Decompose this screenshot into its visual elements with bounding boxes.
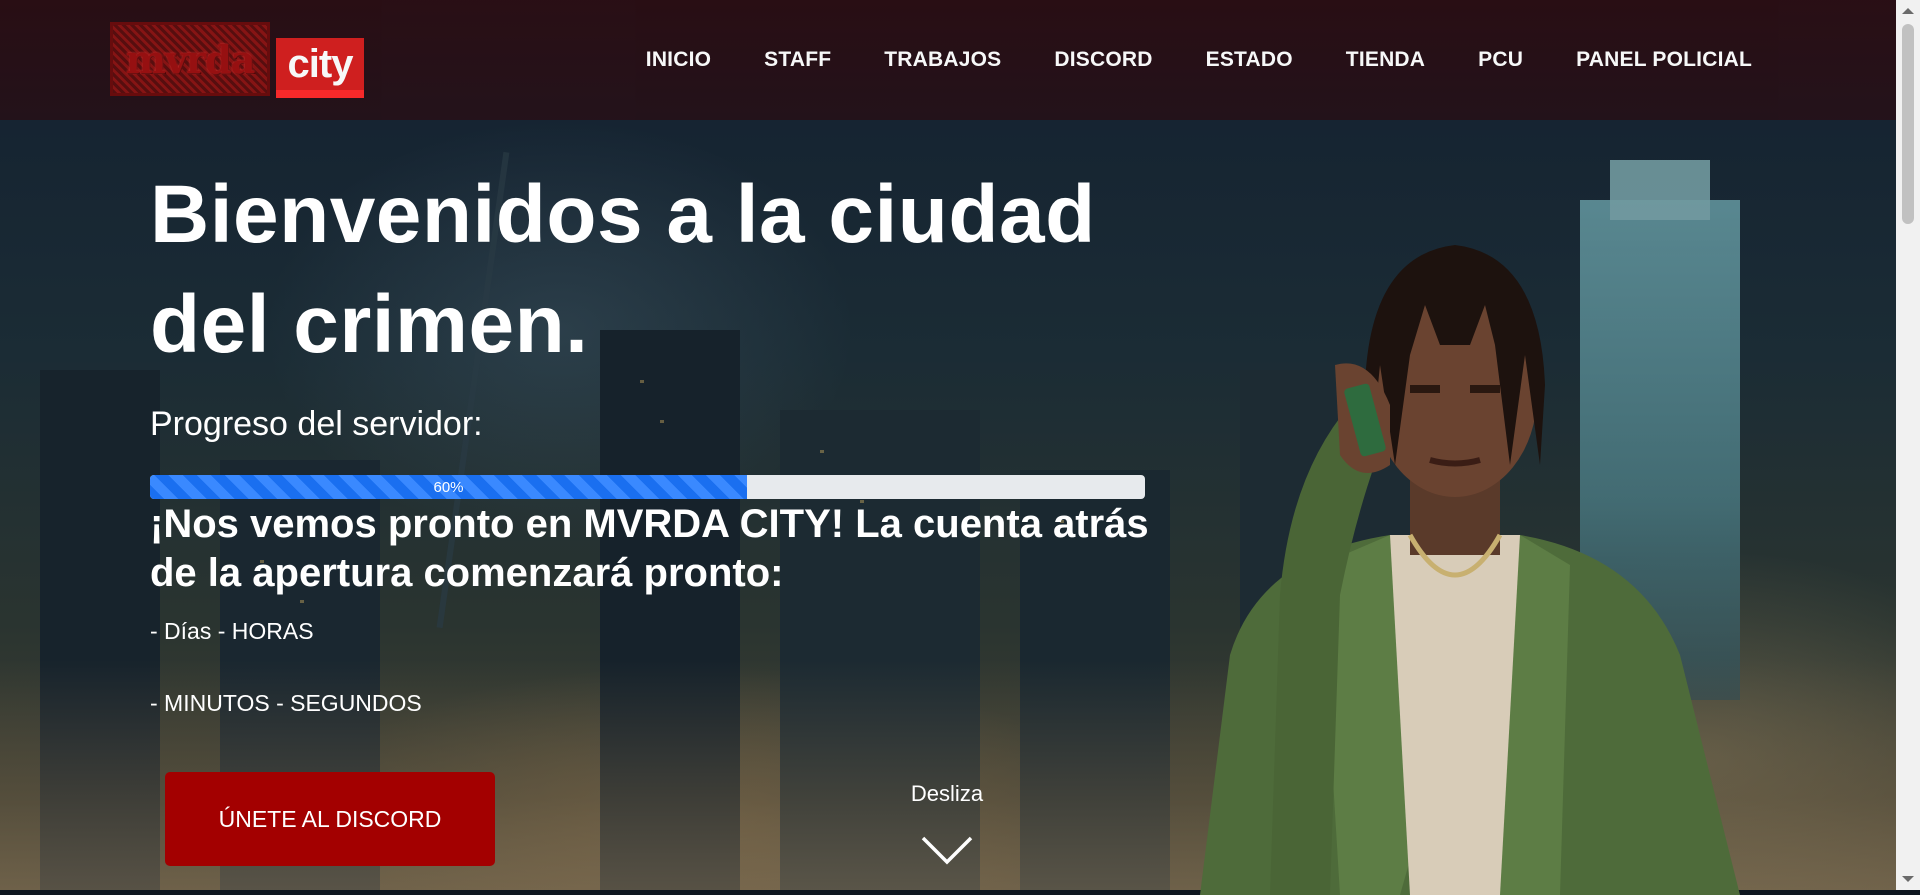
- nav-panel-policial[interactable]: PANEL POLICIAL: [1576, 48, 1752, 72]
- scroll-hint: Desliza: [910, 781, 984, 806]
- nav-pcu[interactable]: PCU: [1478, 48, 1523, 72]
- page-scrollbar[interactable]: [1896, 0, 1920, 890]
- nav-staff[interactable]: STAFF: [764, 48, 831, 72]
- hero-title-line1: Bienvenidos a la ciudad: [150, 169, 1096, 260]
- hero-title: Bienvenidos a la ciudad del crimen.: [150, 160, 1150, 380]
- countdown-days-hours: - Días - HORAS: [150, 618, 314, 644]
- join-discord-button[interactable]: ÚNETE AL DISCORD: [165, 772, 495, 866]
- character-illustration: [1200, 245, 1740, 895]
- scroll-up-arrow-icon[interactable]: [1902, 8, 1914, 14]
- scroll-down-arrow-icon[interactable]: [1902, 876, 1914, 882]
- nav-inicio[interactable]: INICIO: [646, 48, 711, 72]
- nav-discord[interactable]: DISCORD: [1054, 48, 1152, 72]
- main-menu: INICIO STAFF TRABAJOS DISCORD ESTADO TIE…: [646, 48, 1752, 72]
- hero-section: Bienvenidos a la ciudad del crimen.: [150, 160, 1150, 380]
- logo-city: city: [276, 38, 364, 98]
- top-navbar: mvrda city INICIO STAFF TRABAJOS DISCORD…: [0, 0, 1896, 120]
- nav-estado[interactable]: ESTADO: [1206, 48, 1293, 72]
- progress-text: 60%: [433, 478, 464, 496]
- nav-tienda[interactable]: TIENDA: [1346, 48, 1425, 72]
- scrollbar-thumb[interactable]: [1902, 24, 1914, 224]
- server-progress-bar: 60%: [150, 475, 1145, 499]
- nav-trabajos[interactable]: TRABAJOS: [884, 48, 1001, 72]
- site-logo[interactable]: mvrda city: [110, 22, 366, 98]
- hero-title-line2: del crimen.: [150, 279, 589, 370]
- countdown-minutes-seconds: - MINUTOS - SEGUNDOS: [150, 690, 422, 716]
- chevron-down-icon[interactable]: [921, 836, 973, 866]
- progress-fill: 60%: [150, 475, 747, 499]
- announcement-text: ¡Nos vemos pronto en MVRDA CITY! La cuen…: [150, 502, 1149, 595]
- progress-label: Progreso del servidor:: [150, 405, 483, 443]
- logo-mvrda: mvrda: [110, 22, 270, 96]
